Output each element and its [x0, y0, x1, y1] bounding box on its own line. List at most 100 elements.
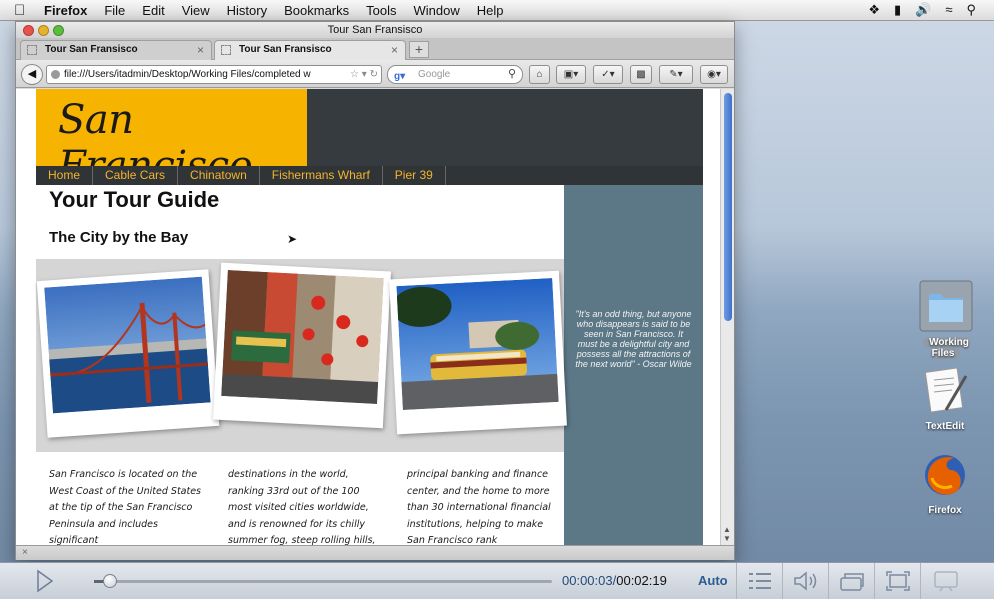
desktop-icon-firefox-label: Firefox	[928, 505, 962, 516]
tab-1-close-icon[interactable]: ×	[197, 41, 204, 59]
site-logo[interactable]: San Francisco	[36, 89, 307, 189]
video-player-bar: 00:00:03/00:02:19 Auto	[0, 562, 994, 599]
menu-bar:  Firefox File Edit View History Bookmar…	[0, 0, 994, 21]
google-engine-icon[interactable]: g▾	[394, 68, 408, 82]
search-placeholder: Google	[418, 69, 451, 80]
wifi-icon[interactable]: ≈	[945, 2, 952, 18]
chapters-button[interactable]	[736, 563, 782, 599]
site-nav: Home Cable Cars Chinatown Fishermans Wha…	[36, 166, 703, 185]
site-nav-fishermans-wharf[interactable]: Fishermans Wharf	[260, 166, 383, 185]
desktop-icon-textedit-label: TextEdit	[925, 421, 965, 432]
tab-2-close-icon[interactable]: ×	[391, 41, 398, 59]
menu-history[interactable]: History	[227, 3, 267, 18]
menu-bookmarks[interactable]: Bookmarks	[284, 3, 349, 18]
scrollbar-thumb[interactable]	[724, 93, 732, 321]
back-button[interactable]: ◀	[21, 64, 43, 85]
toolbar-addon-button-5[interactable]: ◉▾	[700, 65, 728, 84]
spotlight-icon[interactable]: ⚲	[966, 2, 976, 18]
bookmark-star-icon[interactable]: ☆	[350, 69, 359, 80]
window-title: Tour San Fransisco	[327, 24, 423, 36]
duration-time: 00:02:19	[616, 573, 667, 588]
progress-bar[interactable]	[94, 574, 552, 588]
toolbar-addon-button-2[interactable]: ✓▾	[593, 65, 623, 84]
quote-sidebar: "It's an odd thing, but anyone who disap…	[564, 185, 703, 545]
apple-menu-icon[interactable]: 	[14, 2, 34, 19]
site-header: San Francisco	[36, 89, 703, 189]
folder-icon	[919, 280, 973, 332]
play-icon[interactable]	[36, 569, 54, 593]
search-bar[interactable]: g▾ Google ⚲	[387, 65, 523, 84]
tab-2-label: Tour San Fransisco	[239, 44, 332, 55]
mouse-cursor-icon: ➤	[287, 232, 298, 246]
scroll-arrows-icon[interactable]: ▲ ▼	[723, 525, 731, 543]
oscar-wilde-quote: "It's an odd thing, but anyone who disap…	[575, 309, 692, 369]
menu-help[interactable]: Help	[477, 3, 504, 18]
toolbar-addon-button-1[interactable]: ▣▾	[556, 65, 586, 84]
new-tab-button[interactable]: +	[409, 41, 429, 58]
volume-icon[interactable]: 🔊	[915, 2, 931, 18]
page-title: Your Tour Guide	[49, 187, 220, 212]
tab-1-label: Tour San Fransisco	[45, 44, 138, 55]
volume-button[interactable]	[782, 563, 828, 599]
menu-status-area: ❖ ▮ 🔊 ≈ ⚲	[868, 2, 976, 18]
firefox-icon	[925, 455, 965, 495]
window-mode-icon	[840, 573, 864, 591]
web-page-content: San Francisco Home Cable Cars Chinatown …	[16, 89, 720, 545]
text-column-1: San Francisco is located on the West Coa…	[49, 469, 202, 545]
window-mode-button[interactable]	[828, 563, 874, 599]
text-column-3: principal banking and finance center, an…	[407, 469, 551, 545]
chapters-list-icon	[749, 573, 771, 589]
minimize-window-button[interactable]	[38, 25, 49, 36]
desktop-icon-working-files[interactable]: Working Files	[908, 280, 984, 359]
menu-view[interactable]: View	[182, 3, 210, 18]
vertical-scrollbar[interactable]: ▲ ▼	[720, 89, 734, 545]
toolbar-addon-button-4[interactable]: ✎▾	[659, 65, 693, 84]
close-window-button[interactable]	[23, 25, 34, 36]
status-bar: ×	[16, 545, 734, 560]
desktop-icon-textedit[interactable]: TextEdit	[914, 366, 976, 432]
zoom-window-button[interactable]	[53, 25, 64, 36]
tab-2[interactable]: Tour San Fransisco ×	[214, 40, 406, 60]
site-nav-pier-39[interactable]: Pier 39	[383, 166, 446, 185]
menu-app-firefox[interactable]: Firefox	[44, 3, 87, 18]
firefox-window: Tour San Fransisco Tour San Fransisco × …	[15, 21, 735, 560]
textedit-icon	[924, 367, 968, 413]
tab-1[interactable]: Tour San Fransisco ×	[20, 40, 212, 60]
site-nav-home[interactable]: Home	[36, 166, 94, 185]
dropbox-icon[interactable]: ❖	[868, 2, 880, 18]
search-icon[interactable]: ⚲	[508, 66, 516, 83]
navigation-toolbar: ◀ file:///Users/itadmin/Desktop/Working …	[16, 60, 734, 88]
url-text: file:///Users/itadmin/Desktop/Working Fi…	[64, 69, 311, 80]
page-favicon-icon	[27, 45, 37, 55]
url-dropdown-icon[interactable]: ▾	[362, 69, 367, 80]
tab-strip: Tour San Fransisco × Tour San Fransisco …	[16, 38, 734, 60]
window-titlebar[interactable]: Tour San Fransisco	[16, 22, 734, 38]
fullscreen-button[interactable]	[874, 563, 920, 599]
display-icon[interactable]: ▮	[894, 2, 901, 18]
time-display: 00:00:03/00:02:19	[562, 573, 667, 588]
toolbar-addon-button-3[interactable]: ▩	[630, 65, 652, 84]
streetcar-photo	[389, 270, 567, 435]
page-favicon-icon	[221, 45, 231, 55]
menu-file[interactable]: File	[104, 3, 125, 18]
fullscreen-icon	[886, 571, 910, 591]
site-nav-cable-cars[interactable]: Cable Cars	[93, 166, 179, 185]
url-bar[interactable]: file:///Users/itadmin/Desktop/Working Fi…	[46, 65, 382, 84]
captions-icon	[934, 571, 958, 592]
progress-knob[interactable]	[103, 574, 118, 588]
status-bar-close-icon[interactable]: ×	[22, 547, 28, 558]
site-nav-chinatown[interactable]: Chinatown	[178, 166, 260, 185]
golden-gate-bridge-photo	[36, 269, 220, 438]
menu-window[interactable]: Window	[414, 3, 460, 18]
reload-icon[interactable]: ↻	[370, 69, 378, 80]
page-subtitle: The City by the Bay	[49, 229, 189, 246]
menu-edit[interactable]: Edit	[142, 3, 164, 18]
captions-button[interactable]	[920, 563, 976, 599]
home-button[interactable]: ⌂	[529, 65, 550, 84]
text-column-2: destinations in the world, ranking 33rd …	[228, 469, 376, 545]
quality-auto-button[interactable]: Auto	[698, 573, 728, 588]
desktop-icon-firefox[interactable]: Firefox	[914, 450, 976, 516]
menu-tools[interactable]: Tools	[366, 3, 396, 18]
window-controls	[23, 25, 64, 36]
url-bar-actions: ☆ ▾ ↻	[347, 66, 378, 83]
